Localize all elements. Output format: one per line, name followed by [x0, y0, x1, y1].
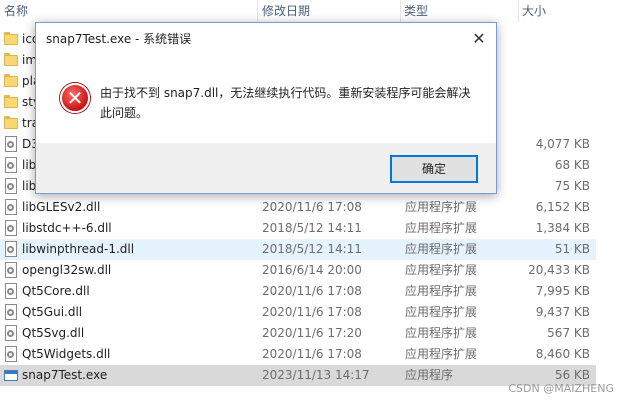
- watermark: CSDN @MAIZHENG: [508, 382, 614, 395]
- file-row[interactable]: libwinpthread-1.dll 2018/5/12 14:11 应用程序扩展…: [0, 239, 596, 260]
- file-size: 20,433 KB: [528, 263, 590, 277]
- file-row[interactable]: opengl32sw.dll 2016/6/14 20:00 应用程序扩展 20,43…: [0, 260, 596, 281]
- close-icon[interactable]: ✕: [462, 23, 496, 55]
- ok-button[interactable]: 确定: [390, 155, 478, 183]
- column-header-name[interactable]: 名称: [0, 0, 258, 22]
- dll-file-icon: [4, 178, 18, 195]
- dll-file-icon: [4, 283, 18, 300]
- file-date: 2020/11/6 17:08: [262, 284, 362, 298]
- dll-file-icon: [4, 325, 18, 342]
- file-name: Qt5Widgets.dll: [22, 347, 111, 361]
- dll-file-icon: [4, 199, 18, 216]
- error-message: 由于找不到 snap7.dll，无法继续执行代码。重新安装程序可能会解决此问题。: [100, 86, 471, 120]
- file-name: libGLESv2.dll: [22, 200, 101, 214]
- file-type: 应用程序扩展: [405, 200, 478, 214]
- error-icon: ✕: [60, 83, 90, 113]
- dll-file-icon: [4, 220, 18, 237]
- file-name: opengl32sw.dll: [22, 263, 112, 277]
- file-date: 2020/11/6 17:08: [262, 305, 362, 319]
- file-name: Qt5Core.dll: [22, 284, 90, 298]
- file-type: 应用程序: [405, 368, 454, 382]
- file-size: 68 KB: [554, 158, 590, 172]
- file-type: 应用程序扩展: [405, 284, 478, 298]
- file-date: 2016/6/14 20:00: [262, 263, 362, 277]
- file-size: 51 KB: [554, 242, 590, 256]
- file-type: 应用程序扩展: [405, 347, 478, 361]
- file-row[interactable]: Qt5Core.dll 2020/11/6 17:08 应用程序扩展 7,995 KB: [0, 281, 596, 302]
- file-name: Qt5Svg.dll: [22, 326, 85, 340]
- file-size: 9,437 KB: [535, 305, 590, 319]
- file-size: 567 KB: [547, 326, 590, 340]
- file-date: 2018/5/12 14:11: [262, 242, 362, 256]
- dialog-titlebar[interactable]: snap7Test.exe - 系统错误 ✕: [36, 23, 496, 55]
- file-date: 2023/11/13 14:17: [262, 368, 370, 382]
- file-size: 75 KB: [554, 179, 590, 193]
- file-date: 2020/11/6 17:08: [262, 347, 362, 361]
- dialog-footer: 确定: [36, 143, 496, 193]
- dll-file-icon: [4, 346, 18, 363]
- exe-file-icon: [4, 367, 18, 384]
- dll-file-icon: [4, 157, 18, 174]
- dll-file-icon: [4, 241, 18, 258]
- file-name: snap7Test.exe: [22, 368, 108, 382]
- column-header-size[interactable]: 大小: [518, 0, 596, 22]
- file-date: 2020/11/6 17:20: [262, 326, 362, 340]
- dll-file-icon: [4, 262, 18, 279]
- file-size: 4,077 KB: [535, 137, 590, 151]
- file-row[interactable]: Qt5Gui.dll 2020/11/6 17:08 应用程序扩展 9,437 KB: [0, 302, 596, 323]
- folder-icon: [4, 94, 18, 111]
- column-header-date[interactable]: 修改日期: [258, 0, 400, 22]
- dialog-content: ✕ 由于找不到 snap7.dll，无法继续执行代码。重新安装程序可能会解决此问…: [36, 55, 496, 143]
- file-date: 2018/5/12 14:11: [262, 221, 362, 235]
- file-type: 应用程序扩展: [405, 305, 478, 319]
- folder-icon: [4, 115, 18, 132]
- column-header-bar: 名称 修改日期 类型 大小: [0, 0, 628, 22]
- file-row[interactable]: libGLESv2.dll 2020/11/6 17:08 应用程序扩展 6,152 …: [0, 197, 596, 218]
- file-size: 1,384 KB: [535, 221, 590, 235]
- file-size: 6,152 KB: [535, 200, 590, 214]
- file-row[interactable]: snap7Test.exe 2023/11/13 14:17 应用程序 56 KB: [0, 365, 596, 386]
- file-row[interactable]: Qt5Svg.dll 2020/11/6 17:20 应用程序扩展 567 KB: [0, 323, 596, 344]
- folder-icon: [4, 52, 18, 69]
- dialog-title: snap7Test.exe - 系统错误: [46, 32, 192, 46]
- file-type: 应用程序扩展: [405, 221, 478, 235]
- file-row[interactable]: libstdc++-6.dll 2018/5/12 14:11 应用程序扩展 1,38…: [0, 218, 596, 239]
- folder-icon: [4, 73, 18, 90]
- file-name: libwinpthread-1.dll: [22, 242, 135, 256]
- file-name: libstdc++-6.dll: [22, 221, 112, 235]
- error-dialog: snap7Test.exe - 系统错误 ✕ ✕ 由于找不到 snap7.dll…: [35, 22, 497, 194]
- file-size: 8,460 KB: [535, 347, 590, 361]
- column-header-type[interactable]: 类型: [400, 0, 518, 22]
- file-date: 2020/11/6 17:08: [262, 200, 362, 214]
- file-type: 应用程序扩展: [405, 326, 478, 340]
- file-type: 应用程序扩展: [405, 242, 478, 256]
- dll-file-icon: [4, 136, 18, 153]
- file-size: 7,995 KB: [535, 284, 590, 298]
- file-type: 应用程序扩展: [405, 263, 478, 277]
- file-name: Qt5Gui.dll: [22, 305, 83, 319]
- file-row[interactable]: Qt5Widgets.dll 2020/11/6 17:08 应用程序扩展 8,460…: [0, 344, 596, 365]
- folder-icon: [4, 31, 18, 48]
- dll-file-icon: [4, 304, 18, 321]
